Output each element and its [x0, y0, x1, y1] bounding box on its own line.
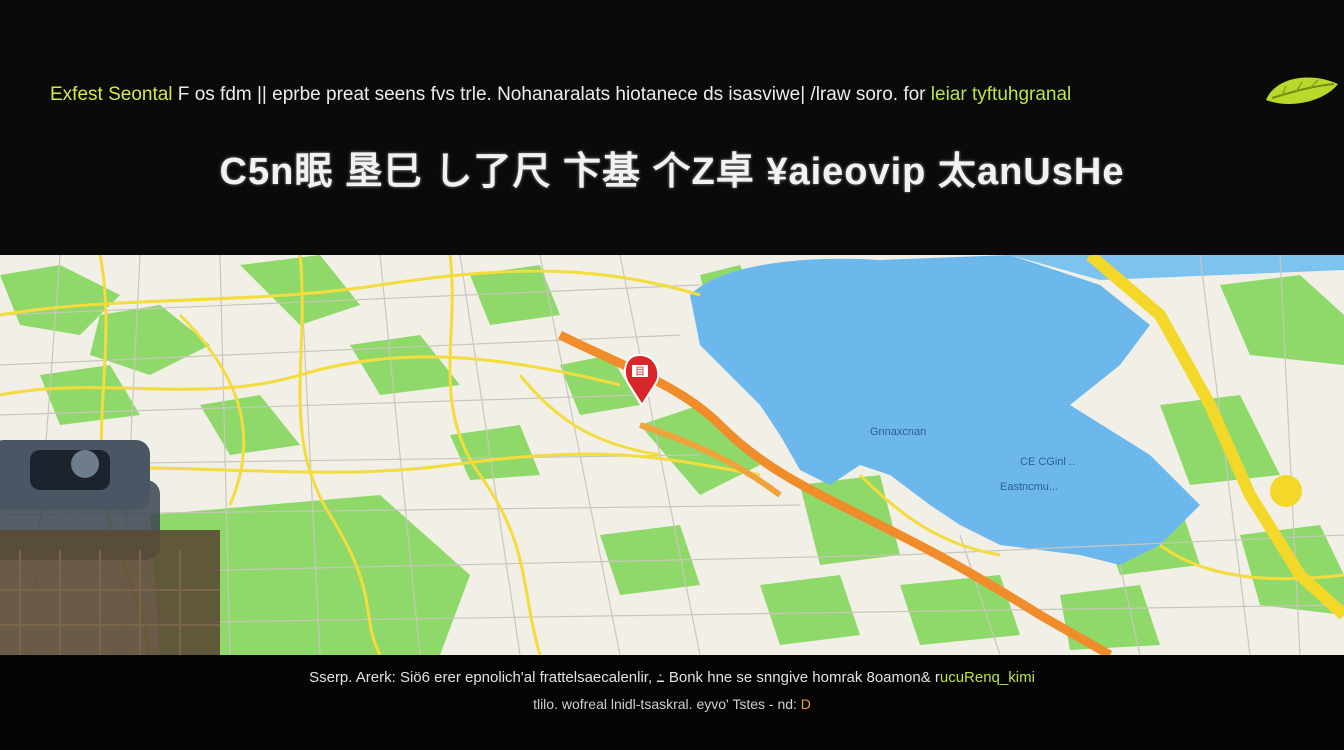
header-line: Exfest Seontal F os fdm || eprbe preat s… — [50, 82, 1270, 108]
leaf-icon — [1266, 77, 1338, 105]
caption-line-1-main: Sserp. Arerk: Siö6 erer epnolich'al frat… — [309, 669, 940, 686]
page-title: C5n眠 垦巳 し了尺 卞基 个Z卓 ¥aieovip 太anUsHe — [219, 151, 1125, 193]
header-suffix: leiar tyftuhgranal — [925, 84, 1072, 105]
header-prefix: Exfest Seontal — [50, 84, 173, 105]
water-label-3: Eastncmu... — [1000, 481, 1058, 493]
water-label-2: CE CGinl .. — [1020, 456, 1075, 468]
title-band — [0, 0, 1344, 255]
gps-device-icon — [0, 440, 220, 655]
caption-line-2: tlilo. wofreal lnidl-tsaskral. eyvo' Tst… — [0, 696, 1344, 712]
caption-line-1-accent: ucuRenq_kimi — [939, 669, 1035, 686]
water-label-1: Gnnaxcnan — [870, 426, 926, 438]
caption-line-2-accent: D — [796, 696, 811, 712]
map-roundabout — [1270, 475, 1302, 507]
caption-line-1: Sserp. Arerk: Siö6 erer epnolich'al frat… — [0, 668, 1344, 686]
marker-label: 目 — [635, 367, 645, 378]
caption-line-2-main: tlilo. wofreal lnidl-tsaskral. eyvo' Tst… — [533, 696, 797, 712]
header-middle: F os fdm || eprbe preat seens fvs trle. … — [172, 84, 926, 105]
